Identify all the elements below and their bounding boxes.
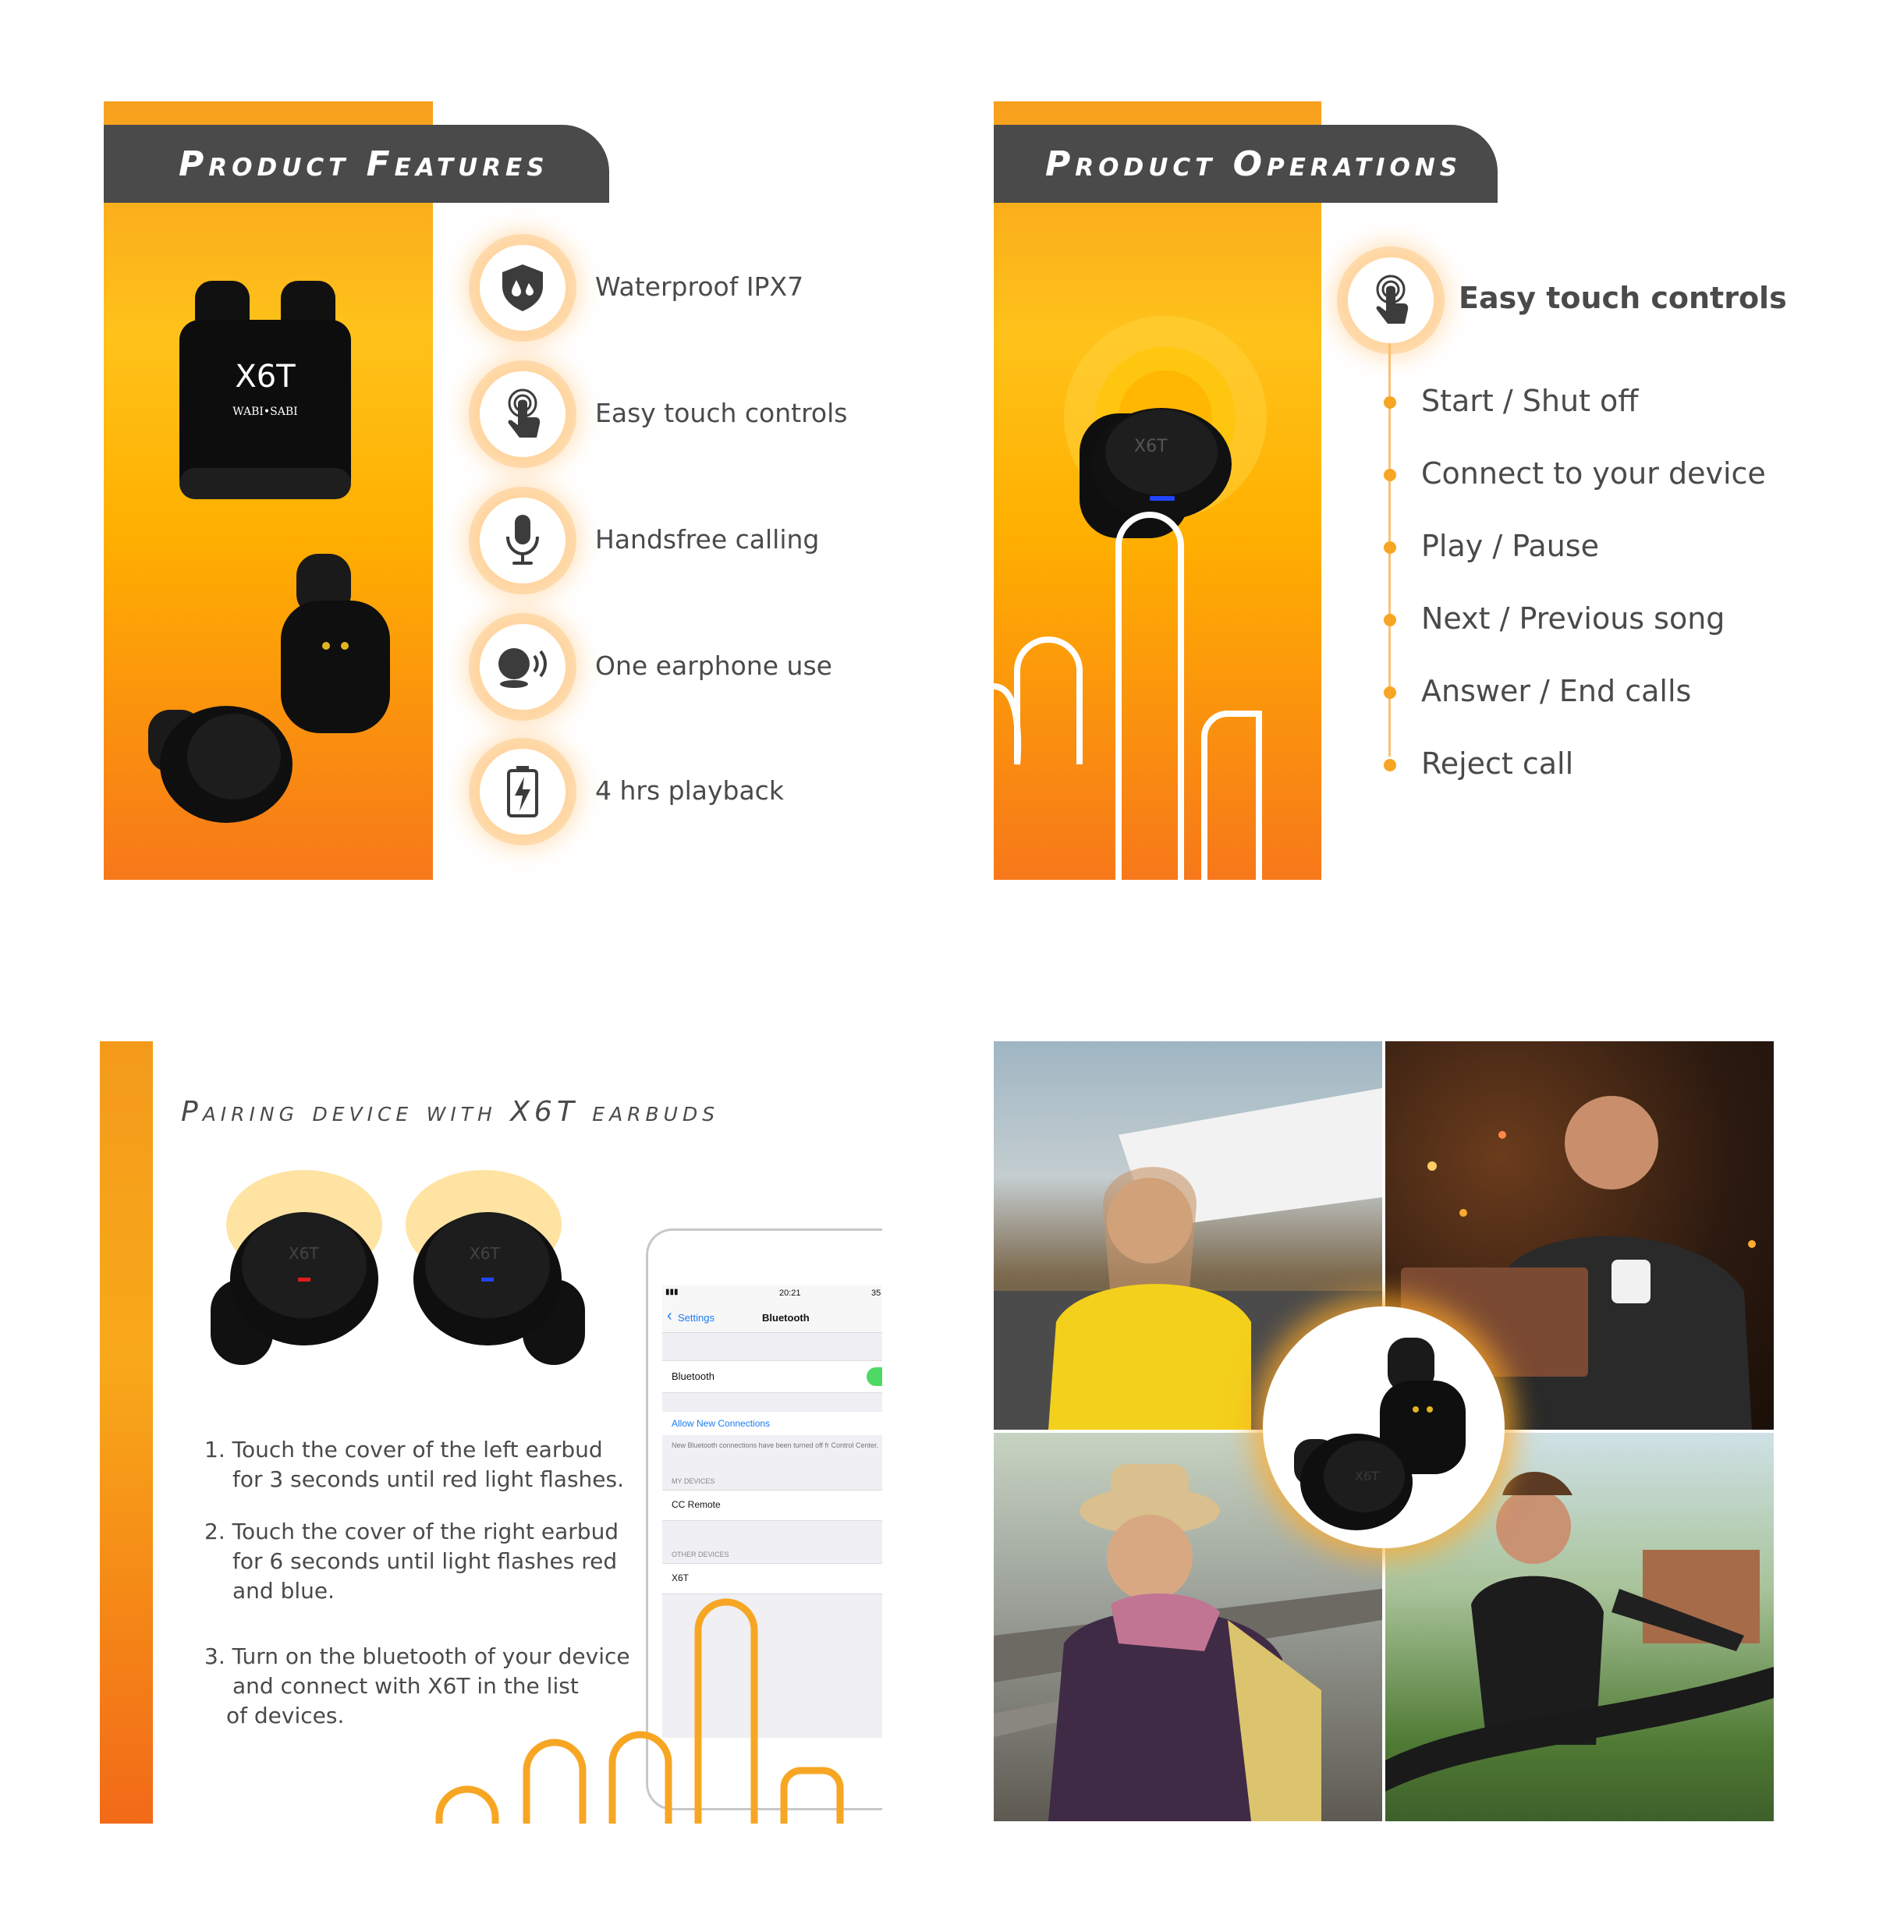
feature-item: Waterproof IPX7 — [480, 242, 948, 335]
features-list: Waterproof IPX7 Easy touch controls Hand… — [480, 242, 948, 850]
bluetooth-row[interactable]: Bluetooth — [662, 1360, 882, 1393]
case-brand-label: WABI•SABI — [232, 406, 298, 418]
allow-connections-row[interactable]: Allow New Connections — [662, 1412, 882, 1435]
features-title: Product Features — [179, 144, 549, 184]
earphone-sound-icon — [480, 624, 566, 710]
bullet-dot — [1384, 541, 1396, 554]
operation-item: Connect to your device — [1421, 456, 1766, 491]
bubble-earbud-label: X6T — [1355, 1469, 1379, 1484]
feature-label: One earphone use — [595, 650, 832, 681]
operations-earbud-art: X6T — [993, 312, 1321, 880]
bullet-dot — [1384, 614, 1396, 626]
microphone-icon — [480, 498, 566, 583]
step-line: for 6 seconds until light flashes red — [232, 1548, 618, 1574]
right-earbud-label: X6T — [470, 1244, 500, 1263]
bullet-dot — [1384, 396, 1396, 409]
feature-label: Easy touch controls — [595, 398, 848, 428]
status-time: 20:21 — [779, 1289, 801, 1298]
feature-label: 4 hrs playback — [595, 775, 784, 806]
screen-title: Bluetooth — [762, 1312, 810, 1324]
other-device-name: X6T — [672, 1572, 690, 1583]
allow-connections-link[interactable]: Allow New Connections — [672, 1418, 770, 1429]
center-earbuds-bubble: X6T — [1263, 1306, 1505, 1548]
bullet-dot — [1384, 686, 1396, 699]
operations-list: Easy touch controls Start / Shut off Con… — [1342, 250, 1872, 811]
battery-charge-icon — [480, 749, 566, 835]
operations-header: Product Operations — [994, 125, 1498, 203]
operation-item: Play / Pause — [1421, 529, 1599, 563]
feature-label: Handsfree calling — [595, 524, 820, 555]
lifestyle-collage: X6T — [994, 1041, 1774, 1821]
case-model-label: X6T — [235, 359, 296, 395]
connections-note: New Bluetooth connections have been turn… — [672, 1441, 878, 1449]
earbuds-pair-image — [140, 546, 406, 827]
operation-item: Reject call — [1421, 746, 1574, 781]
bullet-dot — [1384, 469, 1396, 481]
nav-bar: ‹ Settings Bluetooth — [662, 1303, 882, 1333]
left-earbud-label: X6T — [289, 1244, 319, 1263]
back-button[interactable]: Settings — [678, 1312, 714, 1324]
touch-finger-icon — [480, 371, 566, 457]
earbud-model-label: X6T — [1134, 437, 1168, 456]
operation-item: Start / Shut off — [1421, 384, 1639, 418]
operations-heading: Easy touch controls — [1459, 281, 1787, 315]
feature-label: Waterproof IPX7 — [595, 271, 804, 302]
status-battery: 35 — [871, 1289, 881, 1298]
step-line: 2. Touch the cover of the right earbud — [204, 1519, 619, 1544]
feature-item: Handsfree calling — [480, 495, 948, 588]
pairing-cable-art — [433, 1583, 854, 1824]
status-bar: ▮▮▮ 20:21 35 — [662, 1285, 882, 1303]
touch-finger-icon — [1348, 257, 1434, 343]
pairing-orange-bar — [100, 1041, 153, 1824]
other-devices-header: OTHER DEVICES — [672, 1551, 729, 1558]
my-device-row[interactable]: CC Remote — [662, 1490, 882, 1521]
feature-item: Easy touch controls — [480, 368, 948, 462]
my-device-name: CC Remote — [672, 1499, 721, 1510]
operation-item: Next / Previous song — [1421, 601, 1725, 636]
features-header: Product Features — [104, 125, 609, 203]
pairing-title: Pairing device with X6T earbuds — [181, 1096, 720, 1128]
waterproof-shield-icon — [480, 245, 566, 331]
step-line: for 3 seconds until red light flashes. — [232, 1466, 624, 1492]
charging-case-image: X6T WABI•SABI — [172, 250, 359, 507]
operations-title: Product Operations — [1045, 144, 1463, 184]
feature-item: One earphone use — [480, 621, 948, 714]
my-devices-header: MY DEVICES — [672, 1477, 715, 1485]
step-item: 1. Touch the cover of the left earbud fo… — [204, 1435, 624, 1494]
operation-item: Answer / End calls — [1421, 674, 1692, 708]
signal-icon: ▮▮▮ — [665, 1288, 679, 1296]
pairing-earbuds-image: X6T X6T — [211, 1162, 585, 1396]
feature-item: 4 hrs playback — [480, 746, 948, 839]
bluetooth-toggle[interactable] — [867, 1367, 882, 1386]
step-line: 1. Touch the cover of the left earbud — [204, 1437, 603, 1462]
bluetooth-label: Bluetooth — [672, 1370, 714, 1382]
back-chevron-icon[interactable]: ‹ — [667, 1307, 672, 1325]
bullet-dot — [1384, 759, 1396, 771]
